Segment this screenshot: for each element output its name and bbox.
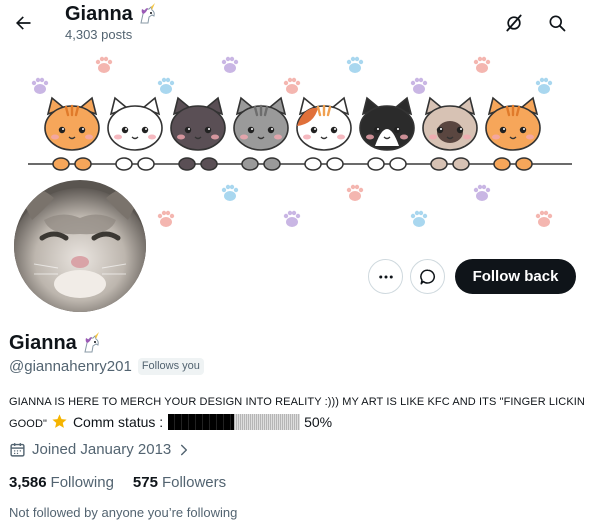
- comm-status-label: Comm status :: [72, 414, 164, 430]
- follow-back-button[interactable]: Follow back: [455, 259, 576, 294]
- joined-date[interactable]: Joined January 2013: [9, 441, 191, 458]
- paw-print: [346, 184, 364, 201]
- paw-print: [535, 77, 553, 94]
- unicorn-emoji: [84, 332, 99, 353]
- handle-row: @giannahenry201 Follows you: [9, 358, 204, 375]
- star-emoji: [52, 414, 68, 428]
- joined-label: Joined January 2013: [32, 441, 172, 458]
- header-text: Gianna 4,303 posts: [65, 2, 158, 43]
- paw-print: [283, 210, 301, 227]
- cat-illustration: [485, 96, 541, 171]
- header-name-label: Gianna: [65, 3, 133, 25]
- chevron-right-icon: [181, 444, 188, 455]
- header-name: Gianna: [65, 2, 158, 26]
- followers-label: Followers: [161, 474, 227, 491]
- cat-illustration: [359, 96, 415, 171]
- paw-print: [31, 77, 49, 94]
- post-count: 4,303 posts: [65, 27, 133, 42]
- paw-print: [221, 56, 239, 73]
- top-bar: Gianna 4,303 posts: [0, 0, 597, 50]
- paw-print: [283, 77, 301, 94]
- paw-print: [157, 77, 175, 94]
- search-button[interactable]: [540, 6, 574, 40]
- grok-icon: [506, 14, 522, 32]
- paw-print: [346, 56, 364, 73]
- paw-print: [473, 56, 491, 73]
- followers-count: 575: [132, 474, 158, 491]
- comm-progress-fill: [167, 414, 234, 430]
- back-button[interactable]: [6, 6, 40, 40]
- paw-print: [410, 77, 428, 94]
- profile-handle: @giannahenry201: [9, 358, 132, 375]
- cat-illustration: [107, 96, 163, 171]
- follow-stats: 3,586 Following 575 Followers: [9, 474, 226, 491]
- calendar-icon: [10, 443, 25, 457]
- avatar[interactable]: [10, 176, 150, 316]
- follows-you-badge: Follows you: [137, 358, 204, 375]
- following-count: 3,586: [9, 474, 47, 491]
- more-button[interactable]: [368, 259, 403, 294]
- following-label: Following: [50, 474, 114, 491]
- message-icon: [419, 268, 435, 284]
- paw-print: [410, 210, 428, 227]
- cat-illustration: [233, 96, 289, 171]
- profile-name-label: Gianna: [9, 332, 77, 354]
- comm-progress-bar: [167, 414, 300, 430]
- cat-illustration: [170, 96, 226, 171]
- arrow-left-icon: [16, 16, 31, 30]
- search-icon: [549, 15, 566, 32]
- paw-print: [473, 184, 491, 201]
- profile-name: Gianna: [9, 331, 102, 355]
- paw-print: [157, 210, 175, 227]
- unicorn-emoji: [140, 3, 155, 24]
- paw-print: [221, 184, 239, 201]
- comm-percent: 50%: [304, 414, 333, 430]
- grok-button[interactable]: [497, 6, 531, 40]
- avatar-image: [14, 180, 146, 312]
- cat-illustration: [44, 96, 100, 171]
- cat-illustration: [296, 96, 352, 171]
- not-followed-note: Not followed by anyone you’re following: [9, 505, 238, 520]
- profile-bio: GIANNA IS HERE TO MERCH YOUR DESIGN INTO…: [9, 391, 589, 434]
- following-link[interactable]: 3,586 Following: [9, 474, 114, 491]
- paw-print: [535, 210, 553, 227]
- followers-link[interactable]: 575 Followers: [133, 474, 226, 491]
- message-button[interactable]: [410, 259, 445, 294]
- more-dots-icon: [378, 275, 393, 278]
- cat-illustration: [422, 96, 478, 171]
- paw-print: [95, 56, 113, 73]
